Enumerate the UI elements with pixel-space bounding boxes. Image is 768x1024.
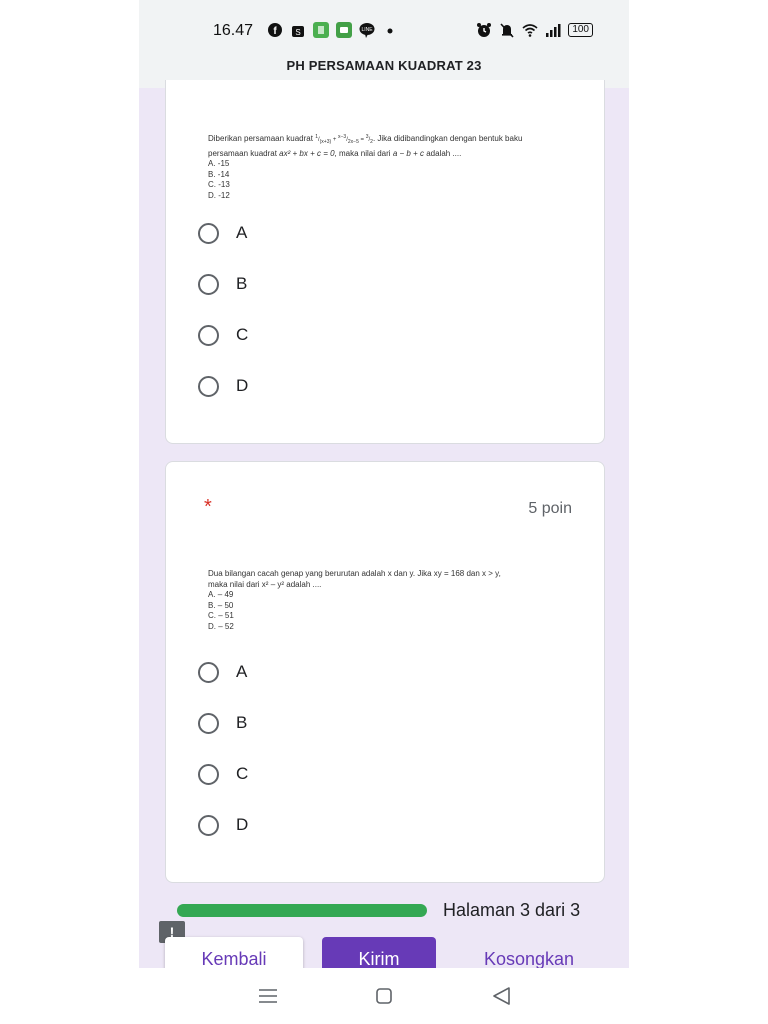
dot-icon <box>387 28 393 34</box>
status-icons-right: 100 <box>476 22 593 38</box>
option-label: A <box>236 662 248 681</box>
question-2-option-a[interactable]: A <box>198 657 247 687</box>
navigation-bar <box>0 968 768 1024</box>
question-card-2: * 5 poin Dua bilangan cacah genap yang b… <box>165 461 605 883</box>
radio-button[interactable] <box>198 375 219 397</box>
status-bar: 16.47 f S LINE 100 PH PERSAMAAN KUADRAT … <box>139 0 629 88</box>
phone-screen: 16.47 f S LINE 100 PH PERSAMAAN KUADRAT … <box>139 0 629 968</box>
question-1-standard-form: ax² + bx + c = 0 <box>279 149 335 159</box>
question-1-expression: a − b + c <box>392 149 424 159</box>
required-asterisk: * <box>204 496 212 518</box>
question-1-option-c[interactable]: C <box>198 320 248 350</box>
mute-icon <box>500 23 514 38</box>
question-1-line2-suffix: adalah .... <box>426 149 462 159</box>
radio-button[interactable] <box>198 273 219 295</box>
home-icon[interactable] <box>372 984 396 1008</box>
question-2-choice-a: A. – 49 <box>208 590 234 599</box>
question-card-1: Diberikan persamaan kuadrat 1/(x+3) + x−… <box>165 80 605 444</box>
question-2-option-b[interactable]: B <box>198 708 247 738</box>
question-2-text: Dua bilangan cacah genap yang berurutan … <box>208 569 568 632</box>
wifi-icon <box>522 24 538 37</box>
app-icon <box>313 22 329 38</box>
shopee-icon: S <box>292 26 304 37</box>
question-1-line1-prefix: Diberikan persamaan kuadrat <box>208 134 313 143</box>
clear-form-button[interactable]: Kosongkan <box>469 937 589 968</box>
alarm-icon <box>477 23 492 37</box>
question-1-choice-d: D. -12 <box>208 190 230 200</box>
option-label: D <box>236 376 249 395</box>
svg-text:LINE: LINE <box>361 27 373 33</box>
facebook-icon: f <box>268 23 282 37</box>
question-1-option-b[interactable]: B <box>198 269 247 299</box>
menu-icon[interactable] <box>256 984 280 1008</box>
question-2-option-d[interactable]: D <box>198 810 248 840</box>
question-1-option-a[interactable]: A <box>198 218 247 248</box>
radio-button[interactable] <box>198 324 219 346</box>
question-1-line2-middle: , maka nilai dari <box>334 149 391 159</box>
question-1-equation: 1/(x+3) + x−3/2x−5 = 3/2 <box>315 134 373 146</box>
option-label: D <box>236 815 249 834</box>
option-label: C <box>236 764 249 783</box>
question-1-choice-a: A. -15 <box>208 159 230 169</box>
question-2-choice-b: B. – 50 <box>208 600 234 610</box>
question-1-choice-b: B. -14 <box>208 169 230 179</box>
signal-icon <box>546 24 561 37</box>
question-2-option-c[interactable]: C <box>198 759 248 789</box>
back-nav-icon[interactable] <box>490 984 514 1008</box>
status-time: 16.47 <box>213 22 254 39</box>
line-icon: LINE <box>359 23 375 38</box>
question-1-choice-c: C. -13 <box>208 180 230 190</box>
battery-icon: 100 <box>568 23 593 37</box>
progress-label: Halaman 3 dari 3 <box>443 900 581 920</box>
radio-button[interactable] <box>198 814 219 836</box>
radio-button[interactable] <box>198 712 219 734</box>
question-1-line1-suffix: . Jika didibandingkan dengan bentuk baku <box>372 134 523 143</box>
question-1-text: Diberikan persamaan kuadrat 1/(x+3) + x−… <box>208 132 568 201</box>
question-points: 5 poin <box>528 500 572 517</box>
submit-button[interactable]: Kirim <box>322 937 436 968</box>
question-2-line2: maka nilai dari x² – y² adalah .... <box>208 579 322 589</box>
radio-button[interactable] <box>198 661 219 683</box>
question-1-line2-prefix: persamaan kuadrat <box>208 149 277 159</box>
progress-bar <box>177 904 427 917</box>
messages-icon <box>336 22 352 38</box>
radio-button[interactable] <box>198 222 219 244</box>
question-2-choice-d: D. – 52 <box>208 621 234 631</box>
battery-level: 100 <box>572 24 589 35</box>
back-button[interactable]: Kembali <box>165 937 303 968</box>
option-label: B <box>236 274 248 293</box>
svg-text:S: S <box>295 28 300 37</box>
status-icons-left: f S LINE <box>267 22 398 38</box>
option-label: B <box>236 713 248 732</box>
form-title: PH PERSAMAAN KUADRAT 23 <box>286 58 482 73</box>
radio-button[interactable] <box>198 763 219 785</box>
option-label: C <box>236 325 249 344</box>
question-2-choice-c: C. – 51 <box>208 611 234 620</box>
option-label: A <box>236 223 248 242</box>
question-1-option-d[interactable]: D <box>198 371 248 401</box>
question-2-line1: Dua bilangan cacah genap yang berurutan … <box>208 569 501 578</box>
